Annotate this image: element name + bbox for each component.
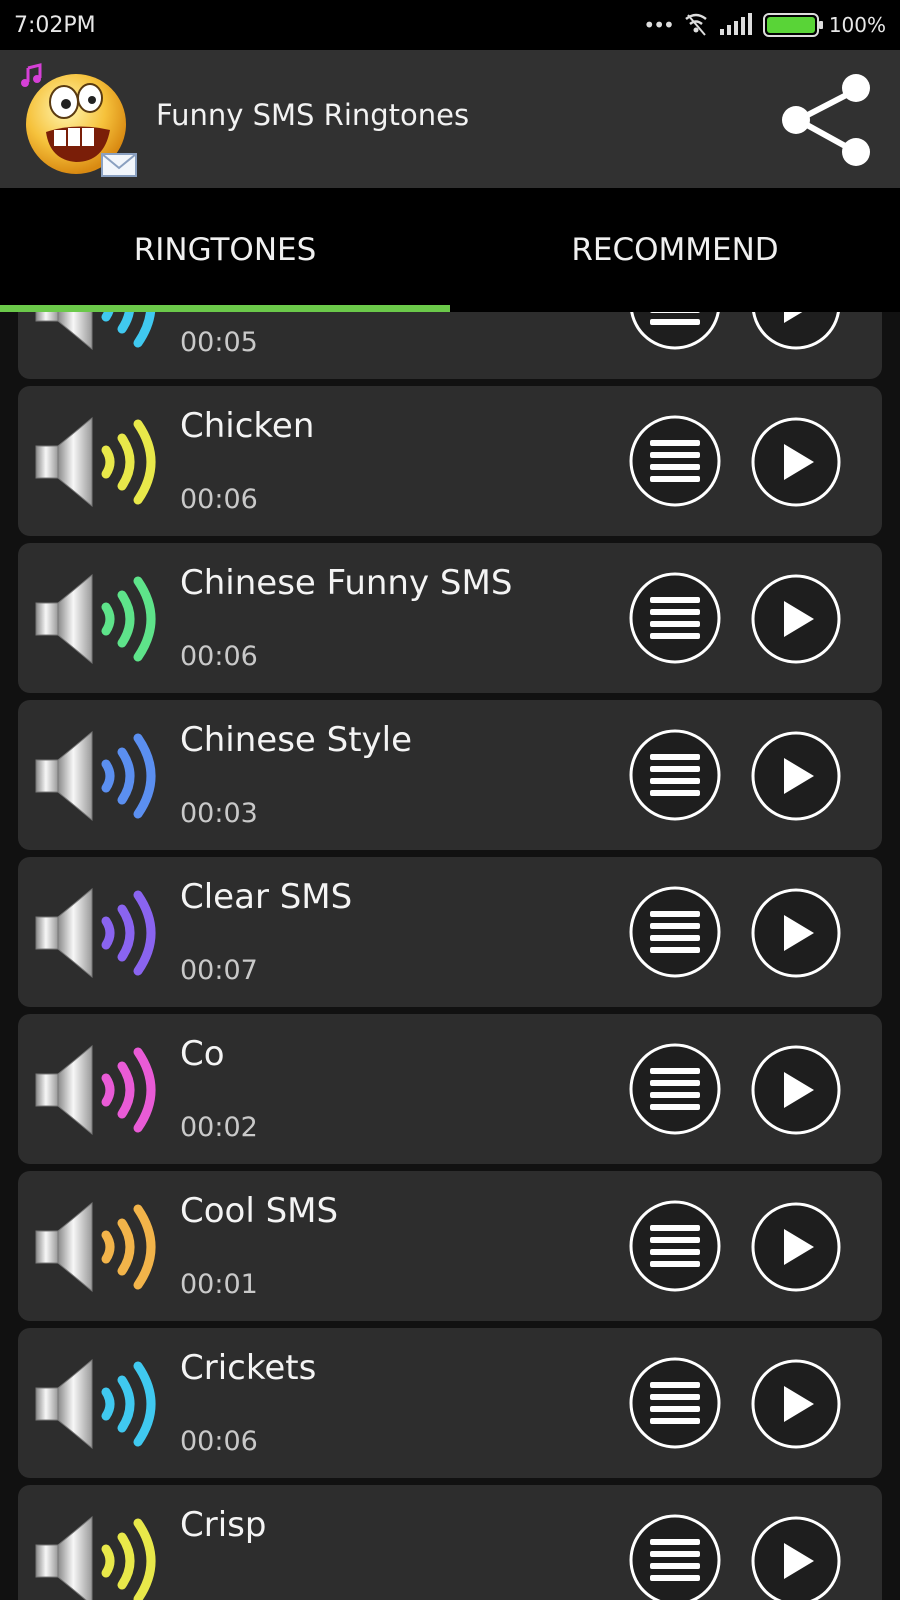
tab-indicator <box>0 305 450 312</box>
status-time: 7:02PM <box>14 12 96 38</box>
ringtone-duration: 00:02 <box>180 1112 258 1143</box>
ringtone-duration: 00:03 <box>180 798 258 829</box>
ringtone-row[interactable]: Chinese Funny SMS 00:06 <box>18 543 882 693</box>
ringtone-title: Clear SMS <box>180 877 353 917</box>
play-icon[interactable] <box>750 887 842 979</box>
menu-icon[interactable] <box>628 1513 722 1600</box>
signal-icon <box>719 13 752 35</box>
battery-icon <box>762 13 823 37</box>
ringtone-duration: 00:06 <box>180 641 258 672</box>
ringtone-title: Cool SMS <box>180 1191 339 1231</box>
menu-icon[interactable] <box>628 312 722 351</box>
ringtone-title: Chinese Funny SMS <box>180 563 513 603</box>
menu-icon[interactable] <box>628 1356 722 1450</box>
play-icon[interactable] <box>750 1044 842 1136</box>
menu-icon[interactable] <box>628 728 722 822</box>
notification-dots-icon: ••• <box>643 13 674 37</box>
tab-bar: RINGTONES RECOMMEND <box>0 188 900 312</box>
ringtone-row[interactable]: Crickets 00:06 <box>18 1328 882 1478</box>
speaker-icon <box>35 1358 156 1450</box>
menu-icon[interactable] <box>628 1042 722 1136</box>
ringtone-title: Crisp <box>180 1505 267 1545</box>
menu-icon[interactable] <box>628 885 722 979</box>
play-icon[interactable] <box>750 730 842 822</box>
status-icons: ••• 100% <box>643 13 886 37</box>
app-title: Funny SMS Ringtones <box>156 98 470 132</box>
menu-icon[interactable] <box>628 571 722 665</box>
wifi-off-icon <box>685 13 707 36</box>
speaker-icon <box>35 573 156 665</box>
play-icon[interactable] <box>750 1201 842 1293</box>
ringtone-row[interactable]: Crisp <box>18 1485 882 1600</box>
ringtone-title: Crickets <box>180 1348 317 1388</box>
share-icon[interactable] <box>780 72 876 168</box>
play-icon[interactable] <box>750 416 842 508</box>
ringtone-duration: 00:07 <box>180 955 258 986</box>
speaker-icon <box>35 887 156 979</box>
play-icon[interactable] <box>750 312 842 351</box>
app-bar: Funny SMS Ringtones <box>0 50 900 188</box>
ringtone-duration: 00:06 <box>180 484 258 515</box>
ringtone-row[interactable]: 00:05 <box>18 312 882 379</box>
play-icon[interactable] <box>750 1358 842 1450</box>
menu-icon[interactable] <box>628 1199 722 1293</box>
speaker-icon <box>35 1515 156 1600</box>
ringtone-title: Chinese Style <box>180 720 413 760</box>
ringtone-duration: 00:05 <box>180 327 258 358</box>
play-icon[interactable] <box>750 1515 842 1600</box>
battery-percent: 100% <box>828 13 886 37</box>
app-logo <box>21 63 137 177</box>
speaker-icon <box>35 1201 156 1293</box>
ringtone-row[interactable]: Clear SMS 00:07 <box>18 857 882 1007</box>
ringtone-row[interactable]: Chinese Style 00:03 <box>18 700 882 850</box>
speaker-icon <box>35 312 156 351</box>
ringtone-title: Co <box>180 1034 225 1074</box>
ringtone-title: Chicken <box>180 406 315 446</box>
speaker-icon <box>35 416 156 508</box>
ringtone-row[interactable]: Co 00:02 <box>18 1014 882 1164</box>
speaker-icon <box>35 1044 156 1136</box>
ringtone-row[interactable]: Cool SMS 00:01 <box>18 1171 882 1321</box>
menu-icon[interactable] <box>628 414 722 508</box>
tab-recommend[interactable]: RECOMMEND <box>450 188 900 312</box>
tab-ringtones[interactable]: RINGTONES <box>0 188 450 312</box>
ringtone-duration: 00:06 <box>180 1426 258 1457</box>
play-icon[interactable] <box>750 573 842 665</box>
status-bar: 7:02PM ••• 100% <box>0 0 900 50</box>
ringtone-list[interactable]: 00:05 Chicken 00:06 Chinese Funny SMS 00… <box>0 312 900 1600</box>
ringtone-duration: 00:01 <box>180 1269 258 1300</box>
ringtone-row[interactable]: Chicken 00:06 <box>18 386 882 536</box>
speaker-icon <box>35 730 156 822</box>
